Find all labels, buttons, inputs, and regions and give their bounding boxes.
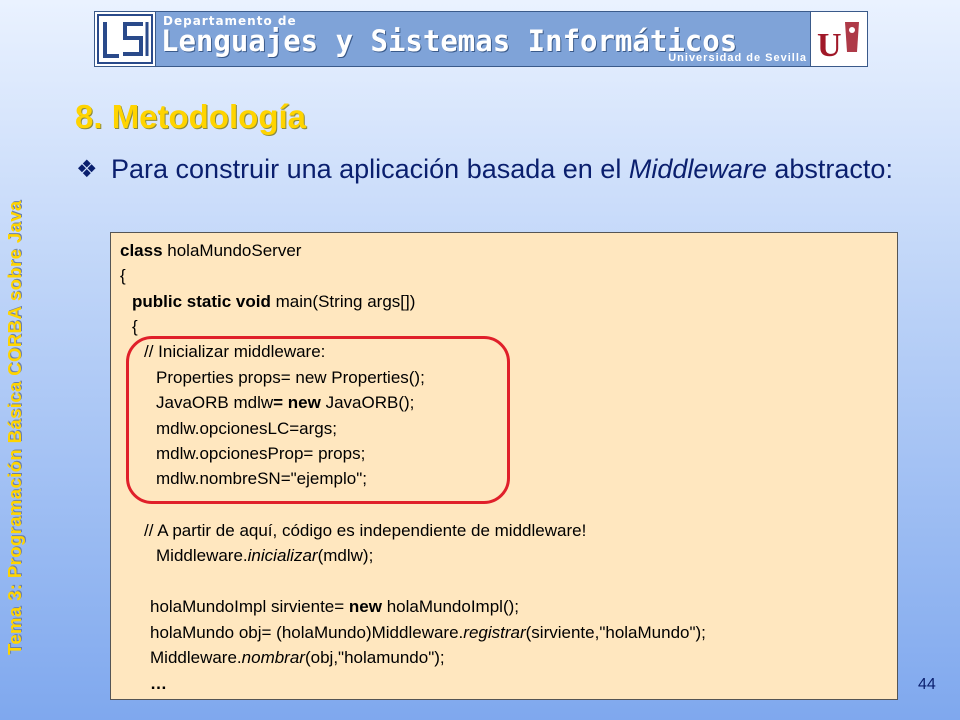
code-line: class holaMundoServer (120, 241, 302, 260)
code-line: // A partir de aquí, código es independi… (144, 521, 587, 540)
slide-title: 8. Metodología (75, 98, 306, 135)
code-line: { (132, 317, 138, 336)
code-line: public static void main(String args[]) (132, 292, 416, 311)
diamond-bullet-icon: ❖ (76, 156, 98, 183)
code-line: holaMundo obj= (holaMundo)Middleware.reg… (150, 623, 706, 642)
department-title: Lenguajes y Sistemas Informáticos (161, 24, 738, 58)
code-line: Middleware.inicializar(mdlw); (156, 546, 374, 565)
bullet-text-emphasis: Middleware (628, 154, 767, 184)
code-line: … (150, 674, 167, 693)
bullet-text: Para construir una aplicación basada en … (111, 152, 923, 187)
lsi-logo (95, 12, 156, 66)
svg-text:U: U (817, 27, 842, 64)
university-label: Universidad de Sevilla (668, 52, 807, 64)
highlight-ring (126, 336, 510, 504)
code-line: Middleware.nombrar(obj,"holamundo"); (150, 648, 445, 667)
page-number: 44 (918, 676, 936, 693)
code-line: { (120, 266, 126, 285)
header-banner: Departamento de Lenguajes y Sistemas Inf… (94, 11, 868, 67)
bullet-text-after: abstracto: (766, 154, 893, 184)
university-seal-logo: U (810, 12, 867, 66)
code-line: holaMundoImpl sirviente= new holaMundoIm… (150, 597, 519, 616)
vertical-topic-label: Tema 3: Programación Básica CORBA sobre … (4, 200, 25, 655)
bullet-text-before: Para construir una aplicación basada en … (111, 154, 629, 184)
